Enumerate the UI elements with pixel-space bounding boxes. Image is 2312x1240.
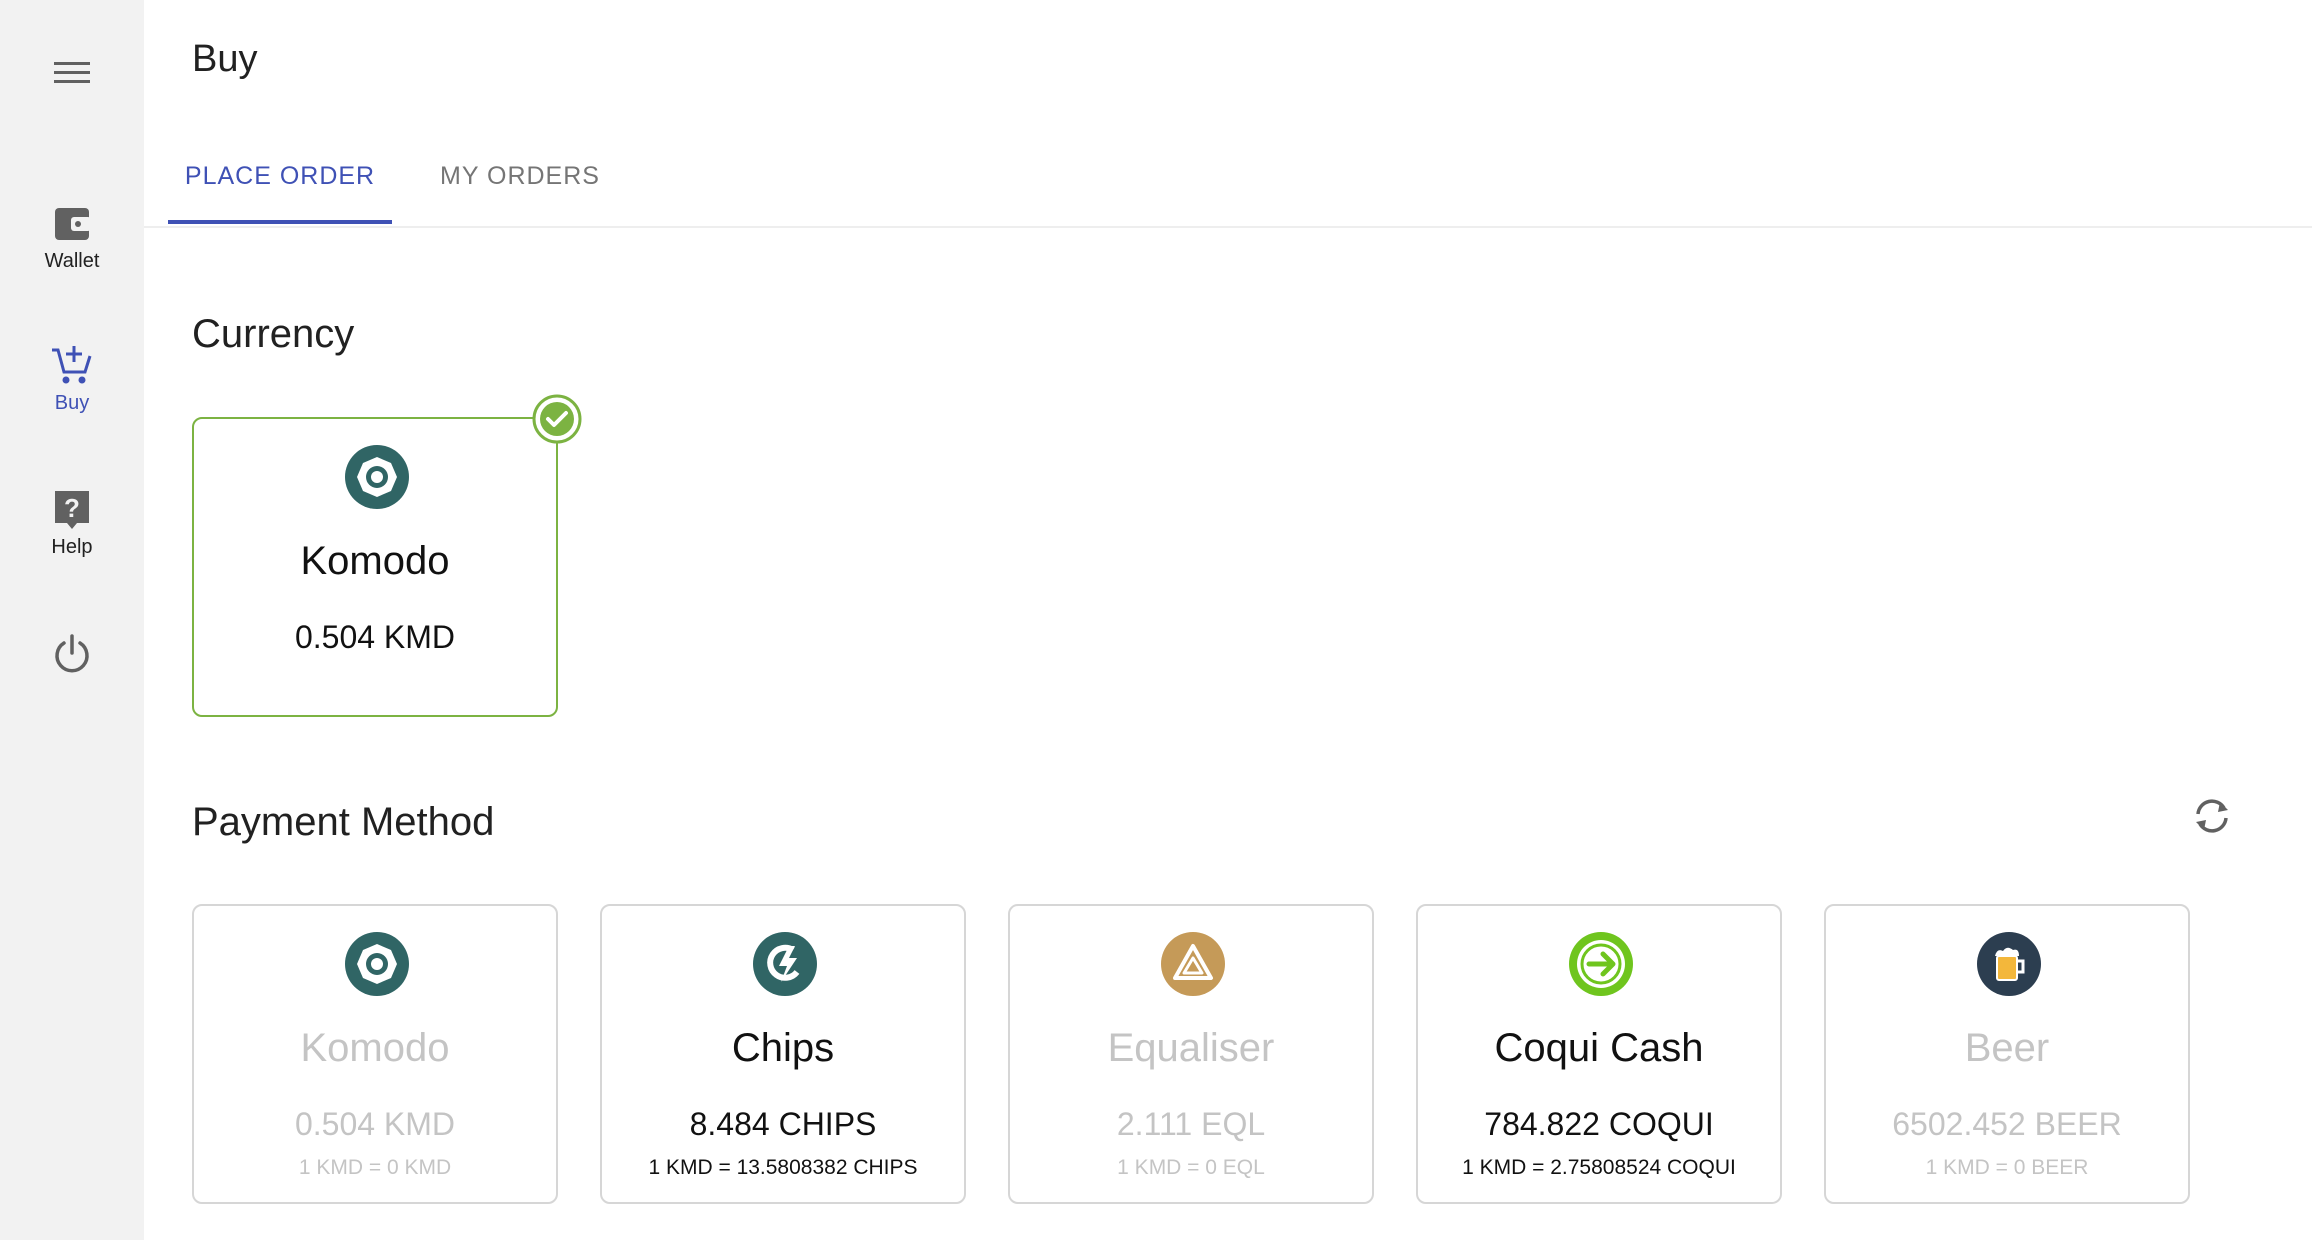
sidebar-item-logout[interactable] — [0, 630, 144, 676]
currency-name: Komodo — [300, 539, 450, 583]
page-title: Buy — [192, 38, 258, 80]
sidebar-item-help[interactable]: ? Help — [0, 486, 144, 559]
payment-name: Komodo — [300, 1026, 450, 1070]
payment-card-komodo: Komodo 0.504 KMD 1 KMD = 0 KMD — [192, 904, 558, 1204]
sidebar-item-label: Help — [51, 536, 93, 558]
payment-balance: 8.484 CHIPS — [689, 1106, 877, 1142]
payment-name: Chips — [731, 1026, 835, 1070]
cart-plus-icon — [52, 346, 92, 384]
refresh-icon[interactable] — [2190, 794, 2234, 838]
currency-card-komodo[interactable]: Komodo 0.504 KMD — [192, 417, 558, 717]
tab-place-order[interactable]: PLACE ORDER — [168, 162, 392, 224]
komodo-icon — [345, 932, 409, 996]
payment-balance: 0.504 KMD — [294, 1106, 456, 1142]
payment-name: Beer — [1964, 1026, 2050, 1070]
payment-balance: 784.822 COQUI — [1484, 1106, 1714, 1142]
payment-rate: 1 KMD = 2.75808524 COQUI — [1462, 1156, 1736, 1179]
coqui-icon — [1569, 932, 1633, 996]
tab-bar: PLACE ORDER MY ORDERS — [144, 148, 2312, 228]
svg-text:?: ? — [64, 493, 80, 523]
chips-icon — [753, 932, 817, 996]
help-icon: ? — [55, 491, 89, 529]
payment-rate: 1 KMD = 13.5808382 CHIPS — [648, 1156, 918, 1179]
wallet-icon — [55, 208, 91, 240]
currency-heading: Currency — [192, 312, 355, 356]
tab-my-orders[interactable]: MY ORDERS — [440, 162, 600, 224]
payment-balance: 6502.452 BEER — [1892, 1106, 2122, 1142]
beer-icon — [1977, 932, 2041, 996]
power-icon — [55, 634, 89, 673]
currency-balance: 0.504 KMD — [294, 619, 456, 655]
check-circle-icon — [532, 394, 582, 444]
payment-card-chips[interactable]: Chips 8.484 CHIPS 1 KMD = 13.5808382 CHI… — [600, 904, 966, 1204]
payment-rate: 1 KMD = 0 BEER — [1925, 1156, 2089, 1179]
sidebar-item-label: Buy — [54, 392, 90, 414]
payment-card-coqui-cash[interactable]: Coqui Cash 784.822 COQUI 1 KMD = 2.75808… — [1416, 904, 1782, 1204]
payment-balance: 2.111 EQL — [1116, 1106, 1266, 1142]
payment-card-beer: Beer 6502.452 BEER 1 KMD = 0 BEER — [1824, 904, 2190, 1204]
payment-method-heading: Payment Method — [192, 800, 495, 844]
komodo-icon — [345, 445, 409, 509]
payment-rate: 1 KMD = 0 KMD — [298, 1156, 452, 1179]
sidebar-item-buy[interactable]: Buy — [0, 342, 144, 415]
sidebar-item-wallet[interactable]: Wallet — [0, 200, 144, 273]
payment-name: Coqui Cash — [1494, 1026, 1704, 1070]
menu-icon[interactable] — [52, 58, 92, 88]
sidebar: Wallet Buy ? Help — [0, 0, 144, 1240]
payment-rate: 1 KMD = 0 EQL — [1117, 1156, 1265, 1179]
sidebar-item-label: Wallet — [44, 250, 100, 272]
equaliser-icon — [1161, 932, 1225, 996]
payment-name: Equaliser — [1107, 1026, 1275, 1070]
payment-card-equaliser: Equaliser 2.111 EQL 1 KMD = 0 EQL — [1008, 904, 1374, 1204]
